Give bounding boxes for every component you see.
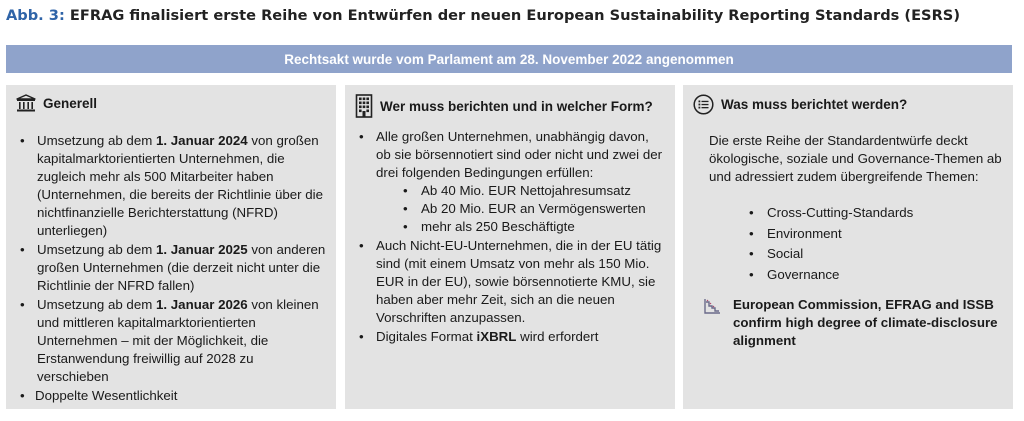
conditions-list: Ab 40 Mio. EUR Nettojahresumsatz Ab 20 M… — [376, 182, 665, 236]
building-icon — [355, 94, 373, 118]
themes-list: Cross-Cutting-Standards Environment Soci… — [747, 203, 913, 286]
item-text: von großen kapitalmarktorientierten Unte… — [37, 133, 324, 238]
list-item: Umsetzung ab dem 1. Januar 2025 von ande… — [16, 241, 326, 295]
condition-item: Ab 20 Mio. EUR an Vermögenswerten — [399, 200, 665, 218]
wer-list: Alle großen Unternehmen, unabhängig davo… — [355, 128, 665, 346]
figure-label: Abb. 3: — [6, 7, 65, 24]
panel-generell-header: Generell — [16, 94, 97, 112]
news-text: European Commission, EFRAG and ISSB conf… — [733, 297, 998, 348]
panel-wer-muss-berichten: Wer muss berichten und in welcher Form? … — [345, 85, 675, 409]
list-icon — [693, 94, 714, 115]
panel-was-berichten: Was muss berichtet werden? Die erste Rei… — [683, 85, 1013, 409]
theme-item: Cross-Cutting-Standards — [747, 203, 913, 224]
panel-was-header: Was muss berichtet werden? — [693, 94, 907, 115]
bank-icon — [16, 94, 36, 112]
item-text: Alle großen Unternehmen, unabhängig davo… — [376, 129, 663, 180]
figure-title: Abb. 3: EFRAG finalisiert erste Reihe vo… — [6, 7, 1018, 24]
item-text: wird erfordert — [516, 329, 599, 344]
list-item: Alle großen Unternehmen, unabhängig davo… — [355, 128, 665, 236]
item-text: Digitales Format — [376, 329, 477, 344]
panel-wer-header: Wer muss berichten und in welcher Form? — [355, 94, 653, 118]
item-date: 1. Januar 2024 — [156, 133, 248, 148]
panel-generell-heading: Generell — [43, 95, 98, 111]
list-item: Digitales Format iXBRL wird erfordert — [355, 328, 665, 346]
item-format: iXBRL — [476, 329, 517, 344]
news-link[interactable]: European Commission, EFRAG and ISSB conf… — [703, 296, 1003, 350]
item-text: Umsetzung ab dem — [37, 297, 156, 312]
item-text: Umsetzung ab dem — [37, 133, 156, 148]
condition-item: mehr als 250 Beschäftigte — [399, 218, 665, 236]
item-text: Umsetzung ab dem — [37, 242, 156, 257]
condition-item: Ab 40 Mio. EUR Nettojahresumsatz — [399, 182, 665, 200]
adoption-banner: Rechtsakt wurde vom Parlament am 28. Nov… — [6, 45, 1012, 73]
item-text: Auch Nicht-EU-Unternehmen, die in der EU… — [376, 238, 662, 325]
list-item: Umsetzung ab dem 1. Januar 2024 von groß… — [16, 132, 326, 240]
item-text: Doppelte Wesentlichkeit — [35, 388, 178, 403]
generell-list: Umsetzung ab dem 1. Januar 2024 von groß… — [16, 132, 326, 405]
figure-title-text: EFRAG finalisiert erste Reihe von Entwür… — [69, 7, 960, 24]
theme-item: Environment — [747, 224, 913, 245]
themes-intro: Die erste Reihe der Standardentwürfe dec… — [709, 133, 1002, 184]
chart-icon — [704, 299, 720, 314]
panel-generell: Generell Umsetzung ab dem 1. Januar 2024… — [6, 85, 336, 409]
list-item: Doppelte Wesentlichkeit — [16, 387, 326, 405]
panel-was-heading: Was muss berichtet werden? — [721, 97, 908, 112]
item-date: 1. Januar 2025 — [156, 242, 248, 257]
list-item: Auch Nicht-EU-Unternehmen, die in der EU… — [355, 237, 665, 327]
theme-item: Governance — [747, 265, 913, 286]
panel-wer-heading: Wer muss berichten und in welcher Form? — [380, 98, 653, 114]
theme-item: Social — [747, 244, 913, 265]
item-date: 1. Januar 2026 — [156, 297, 248, 312]
list-item: Umsetzung ab dem 1. Januar 2026 von klei… — [16, 296, 326, 386]
